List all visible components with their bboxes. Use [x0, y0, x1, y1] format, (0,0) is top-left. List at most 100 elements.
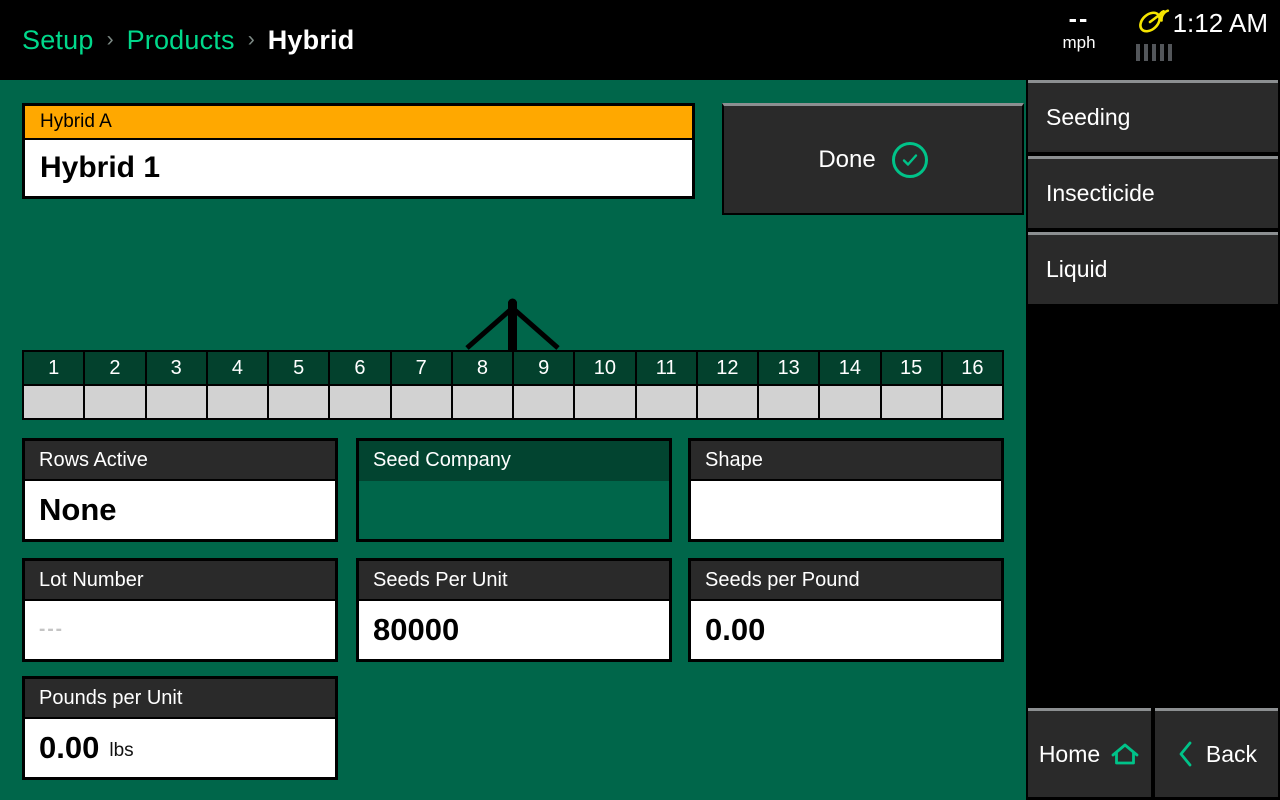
- row-cell[interactable]: 12: [697, 352, 757, 418]
- speed-value: --: [1068, 5, 1090, 33]
- field-body[interactable]: 80000: [359, 601, 669, 659]
- hybrid-name-field-header: Hybrid A: [25, 106, 692, 140]
- row-status[interactable]: [330, 384, 390, 418]
- row-status[interactable]: [942, 384, 1002, 418]
- breadcrumb-item-hybrid: Hybrid: [267, 24, 355, 55]
- row-status[interactable]: [146, 384, 206, 418]
- row-cell[interactable]: 14: [820, 352, 880, 418]
- speed-unit-label: mph: [1062, 33, 1096, 52]
- status-cluster: -- mph 1:12 AM: [1025, 0, 1280, 80]
- row-status[interactable]: [207, 384, 267, 418]
- row-cell[interactable]: 6: [330, 352, 390, 418]
- field-seed-company: Seed Company: [356, 438, 672, 542]
- home-button[interactable]: Home: [1028, 708, 1151, 797]
- row-status[interactable]: [452, 384, 512, 418]
- field-unit: lbs: [109, 740, 134, 761]
- field-body[interactable]: [691, 481, 1001, 539]
- home-button-label: Home: [1038, 740, 1101, 767]
- row-number: 7: [391, 352, 451, 384]
- breadcrumb-item-setup[interactable]: Setup: [22, 25, 94, 56]
- clock: 1:12 AM: [1172, 8, 1268, 38]
- row-cell[interactable]: 10: [575, 352, 635, 418]
- row-cell[interactable]: 16: [942, 352, 1002, 418]
- row-status[interactable]: [820, 384, 880, 418]
- row-number: 11: [636, 352, 696, 384]
- row-status[interactable]: [636, 384, 696, 418]
- home-icon: [1111, 743, 1139, 765]
- planter-rows-strip: 1 2 3 4 5 6 7 8 9 10 11 12 13 14 15 16: [22, 350, 1004, 420]
- satellite-dish-icon: [1139, 9, 1170, 33]
- breadcrumb-separator: ›: [106, 27, 114, 51]
- field-header: Shape: [691, 441, 1001, 481]
- row-number: 5: [269, 352, 329, 384]
- field-value: 80000: [373, 612, 460, 647]
- row-cell[interactable]: 11: [636, 352, 696, 418]
- row-status[interactable]: [759, 384, 819, 418]
- row-number: 1: [24, 352, 84, 384]
- breadcrumb-separator: ›: [247, 27, 255, 51]
- field-body[interactable]: None: [25, 481, 335, 539]
- row-status[interactable]: [575, 384, 635, 418]
- chevron-left-icon: [1179, 741, 1192, 767]
- field-value: 0.00: [705, 612, 766, 647]
- row-number: 14: [820, 352, 880, 384]
- row-cell[interactable]: 2: [85, 352, 145, 418]
- field-pounds-per-unit[interactable]: Pounds per Unit 0.00 lbs: [22, 676, 338, 780]
- hybrid-name-field-value[interactable]: Hybrid 1: [25, 140, 692, 196]
- done-button[interactable]: Done: [722, 103, 1024, 215]
- field-shape[interactable]: Shape: [688, 438, 1004, 542]
- row-number: 3: [146, 352, 206, 384]
- breadcrumb-item-products[interactable]: Products: [127, 25, 235, 56]
- bottom-nav: Home Back: [1026, 708, 1280, 800]
- row-status[interactable]: [391, 384, 451, 418]
- field-body[interactable]: ---: [25, 601, 335, 659]
- right-sidebar: Seeding Insecticide Liquid Home Back: [1026, 80, 1280, 800]
- gps-signal-bars: [1117, 44, 1191, 61]
- row-status[interactable]: [24, 384, 84, 418]
- row-status[interactable]: [881, 384, 941, 418]
- row-cell[interactable]: 8: [452, 352, 512, 418]
- hybrid-name-field[interactable]: Hybrid A Hybrid 1: [22, 103, 695, 199]
- row-number: 8: [452, 352, 512, 384]
- row-status[interactable]: [269, 384, 329, 418]
- planter-mast-icon: [465, 298, 560, 350]
- field-seeds-per-pound[interactable]: Seeds per Pound 0.00: [688, 558, 1004, 662]
- top-bar: Setup › Products › Hybrid -- mph 1:12 AM: [0, 0, 1280, 80]
- field-header: Seeds per Pound: [691, 561, 1001, 601]
- row-cell[interactable]: 13: [759, 352, 819, 418]
- field-body: [359, 481, 669, 539]
- row-cell[interactable]: 3: [146, 352, 206, 418]
- application-root: Setup › Products › Hybrid -- mph 1:12 AM…: [0, 0, 1280, 800]
- back-button[interactable]: Back: [1155, 708, 1278, 797]
- field-header: Seed Company: [359, 441, 669, 481]
- sidebar-item-liquid[interactable]: Liquid: [1028, 232, 1278, 304]
- sidebar-item-label: Seeding: [1046, 104, 1131, 130]
- row-number: 6: [330, 352, 390, 384]
- row-status[interactable]: [85, 384, 145, 418]
- field-seeds-per-unit[interactable]: Seeds Per Unit 80000: [356, 558, 672, 662]
- row-number: 13: [759, 352, 819, 384]
- speed-indicator: -- mph: [1043, 6, 1115, 54]
- row-cell[interactable]: 5: [269, 352, 329, 418]
- field-value: None: [39, 492, 117, 527]
- back-button-label: Back: [1205, 740, 1258, 767]
- field-body[interactable]: 0.00 lbs: [25, 719, 335, 777]
- row-number: 2: [85, 352, 145, 384]
- field-lot-number[interactable]: Lot Number ---: [22, 558, 338, 662]
- row-cell[interactable]: 4: [207, 352, 267, 418]
- field-rows-active[interactable]: Rows Active None: [22, 438, 338, 542]
- row-cell[interactable]: 9: [514, 352, 574, 418]
- sidebar-item-seeding[interactable]: Seeding: [1028, 80, 1278, 152]
- row-cell[interactable]: 15: [881, 352, 941, 418]
- sidebar-item-insecticide[interactable]: Insecticide: [1028, 156, 1278, 228]
- row-status[interactable]: [697, 384, 757, 418]
- row-cell[interactable]: 1: [24, 352, 84, 418]
- field-placeholder: ---: [39, 619, 64, 640]
- main-content: Hybrid A Hybrid 1 Done 1 2 3 4 5 6 7 8 9…: [0, 80, 1026, 800]
- sidebar-item-label: Insecticide: [1046, 180, 1155, 206]
- done-button-label: Done: [818, 145, 876, 173]
- row-status[interactable]: [514, 384, 574, 418]
- hybrid-header-row: Hybrid A Hybrid 1 Done: [22, 103, 1024, 215]
- field-body[interactable]: 0.00: [691, 601, 1001, 659]
- row-cell[interactable]: 7: [391, 352, 451, 418]
